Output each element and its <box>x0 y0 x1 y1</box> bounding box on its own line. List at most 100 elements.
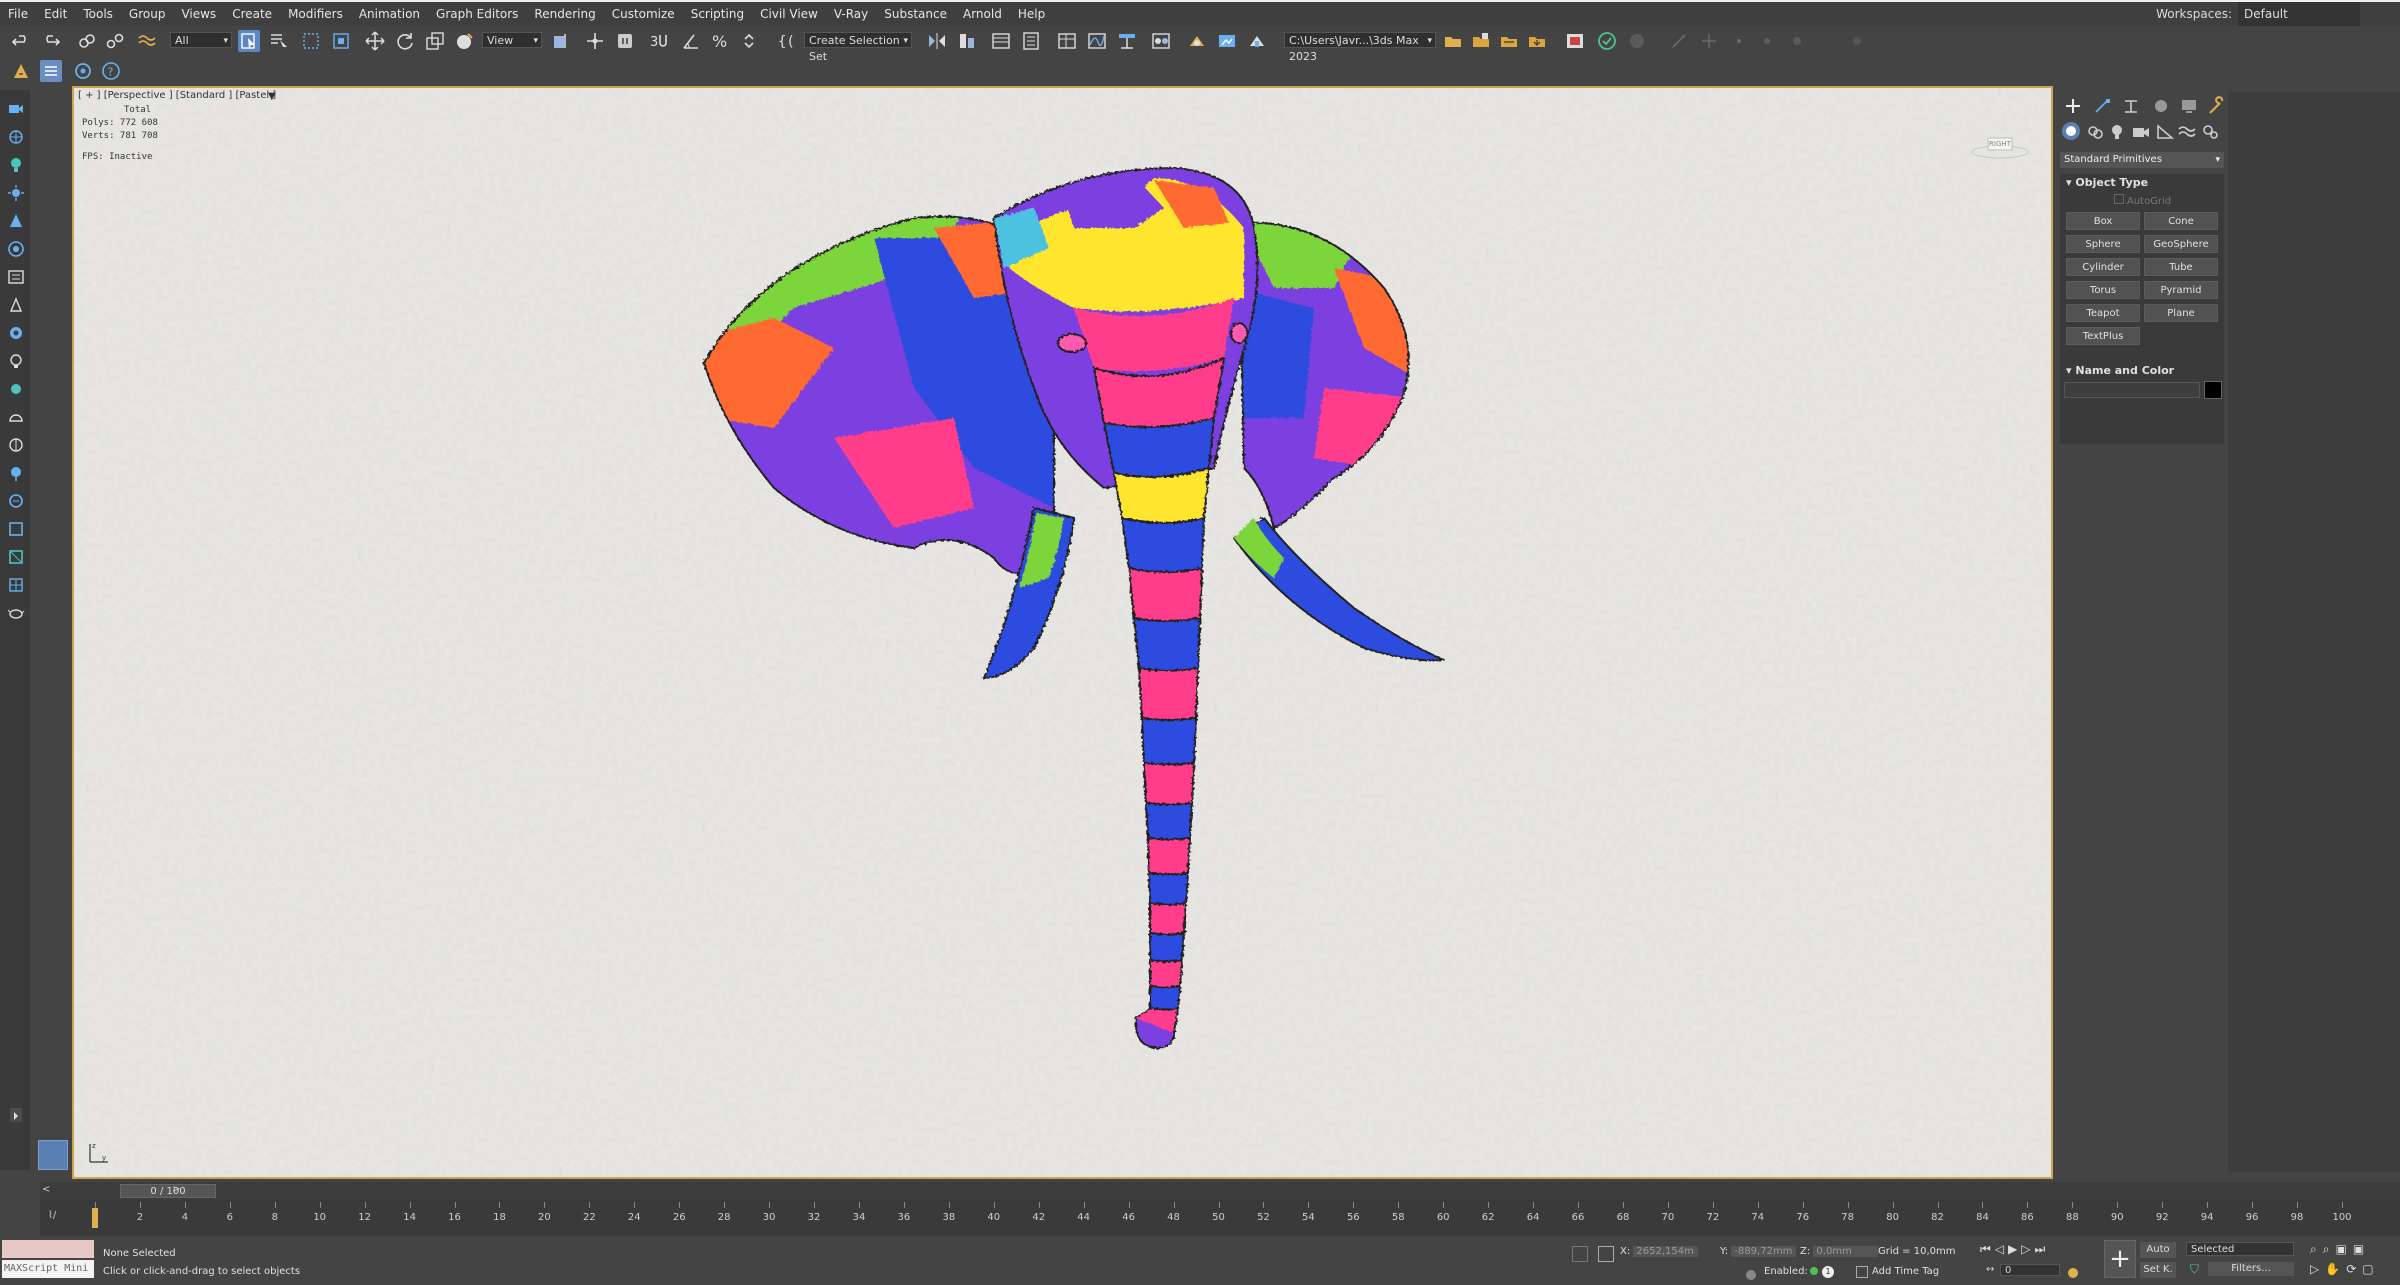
menu-animation[interactable]: Animation <box>351 2 428 26</box>
cameras-category-icon[interactable] <box>2130 122 2152 142</box>
key-filter-icon[interactable]: ⛉ <box>2190 1262 2204 1276</box>
menu-help[interactable]: Help <box>1010 2 1053 26</box>
folder-down-icon[interactable] <box>1526 30 1548 52</box>
render-setup-icon[interactable] <box>1186 30 1208 52</box>
torus-button[interactable]: Torus <box>2066 281 2140 299</box>
autogrid-checkbox[interactable]: AutoGrid <box>2114 194 2171 207</box>
menu-rendering[interactable]: Rendering <box>526 2 603 26</box>
schematic-view-icon[interactable] <box>1116 30 1138 52</box>
zoom-all-icon[interactable]: ⌕ <box>2323 1242 2336 1256</box>
set-key-button[interactable]: + <box>2104 1240 2136 1278</box>
reference-coord-dropdown[interactable]: View <box>482 32 542 49</box>
mesh-tool-icon[interactable] <box>7 128 25 146</box>
box-button[interactable]: Box <box>2066 212 2140 230</box>
redo-icon[interactable] <box>40 30 62 52</box>
create-tab-icon[interactable] <box>2062 96 2084 116</box>
motion-tab-icon[interactable] <box>2150 96 2172 116</box>
helpers-category-icon[interactable] <box>2154 122 2176 142</box>
vray-volume-icon[interactable] <box>7 548 25 566</box>
menu-modifiers[interactable]: Modifiers <box>280 2 351 26</box>
light-bulb-icon[interactable] <box>7 156 25 174</box>
scale-icon[interactable] <box>424 30 446 52</box>
geometry-category-icon[interactable] <box>2062 122 2080 140</box>
project-path-dropdown[interactable]: C:\Users\Javr...\3ds Max 2023 <box>1284 32 1436 63</box>
workspaces-dropdown[interactable]: Default <box>2238 2 2360 26</box>
utilities-tab-icon[interactable] <box>2206 96 2228 116</box>
edit-named-selection-icon[interactable]: {( <box>776 30 798 52</box>
menu-vray[interactable]: V-Ray <box>826 2 876 26</box>
modify-tab-icon[interactable] <box>2092 96 2114 116</box>
vray-sun-icon[interactable] <box>7 380 25 398</box>
vray-fur-icon[interactable] <box>7 324 25 342</box>
elephant-model[interactable] <box>74 88 2051 1177</box>
object-name-field[interactable] <box>2064 382 2200 398</box>
info-icon[interactable]: 1 <box>1822 1266 1834 1278</box>
filters-button[interactable]: Filters... <box>2208 1262 2294 1276</box>
cone-light-icon[interactable] <box>7 212 25 230</box>
percent-snap-icon[interactable]: % <box>710 30 732 52</box>
menu-group[interactable]: Group <box>121 2 174 26</box>
menu-file[interactable]: File <box>0 2 36 26</box>
open-folder-icon[interactable] <box>1470 30 1492 52</box>
systems-category-icon[interactable] <box>2200 122 2222 142</box>
move-icon[interactable] <box>364 30 386 52</box>
object-type-header[interactable]: ▾ Object Type <box>2060 174 2224 191</box>
selection-lock-icon[interactable] <box>1598 1246 1614 1262</box>
vray-ies-icon[interactable] <box>7 436 25 454</box>
vray-plane-icon[interactable] <box>7 268 25 286</box>
coord-y-field[interactable]: -889,72mm <box>1731 1246 1797 1257</box>
shapes-category-icon[interactable] <box>2084 122 2106 142</box>
zoom-icon[interactable]: ⌕ <box>2310 1242 2323 1256</box>
time-slider[interactable]: 0 / 100 <box>120 1184 216 1198</box>
create-object-icon[interactable] <box>10 60 32 82</box>
menu-views[interactable]: Views <box>173 2 224 26</box>
zoom-extents-all-icon[interactable]: ▣ <box>2353 1242 2370 1256</box>
create-camera-icon[interactable] <box>7 100 25 118</box>
cylinder-button[interactable]: Cylinder <box>2066 258 2140 276</box>
time-prev-icon[interactable]: < <box>42 1184 54 1198</box>
snaps-toggle-icon[interactable]: 3 <box>648 30 670 52</box>
textplus-button[interactable]: TextPlus <box>2066 327 2140 345</box>
maxscript-listener[interactable]: MAXScript Mini <box>2 1240 94 1278</box>
time-tag-icon[interactable] <box>1856 1266 1868 1278</box>
help-icon[interactable]: ? <box>100 60 122 82</box>
align-icon[interactable] <box>956 30 978 52</box>
placement-icon[interactable] <box>454 30 476 52</box>
select-object-icon[interactable] <box>238 30 260 52</box>
go-to-end-icon[interactable]: ⏭ <box>2035 1242 2050 1256</box>
orbit-icon[interactable]: ⟳ <box>2346 1262 2362 1276</box>
zoom-extents-icon[interactable]: ▣ <box>2335 1242 2352 1256</box>
viewport-layout-icon[interactable] <box>72 60 94 82</box>
pyramid-button[interactable]: Pyramid <box>2144 281 2218 299</box>
vray-clipper-icon[interactable] <box>7 464 25 482</box>
time-cursor[interactable] <box>92 1208 98 1228</box>
vray-light-icon[interactable] <box>7 352 25 370</box>
folder-list-icon[interactable] <box>1498 30 1520 52</box>
perspective-viewport[interactable]: [ + ] [Perspective ] [Standard ] [Pastel… <box>72 86 2053 1179</box>
select-by-name-icon[interactable] <box>268 30 290 52</box>
field-of-view-icon[interactable]: ▷ <box>2310 1262 2325 1276</box>
menu-civil-view[interactable]: Civil View <box>752 2 826 26</box>
scene-layers-icon[interactable] <box>40 60 62 82</box>
unlink-icon[interactable] <box>104 30 126 52</box>
geosphere-button[interactable]: GeoSphere <box>2144 235 2218 253</box>
named-selection-dropdown[interactable]: Create Selection Set <box>804 32 912 63</box>
arnold-render-icon[interactable] <box>1596 30 1618 52</box>
vray-grid-icon[interactable] <box>7 576 25 594</box>
rectangular-selection-icon[interactable] <box>300 30 322 52</box>
coord-x-field[interactable]: 2652,154m <box>1633 1246 1699 1257</box>
teapot-button[interactable]: Teapot <box>2066 304 2140 322</box>
rendered-frame-window-icon[interactable] <box>1216 30 1238 52</box>
maximize-viewport-icon[interactable]: ▢ <box>2362 1262 2379 1276</box>
auto-key-button[interactable]: Auto <box>2140 1242 2176 1258</box>
menu-arnold[interactable]: Arnold <box>955 2 1010 26</box>
curve-editor-icon[interactable] <box>1086 30 1108 52</box>
previous-frame-icon[interactable]: ◁ <box>1995 1242 2008 1256</box>
time-config-icon[interactable] <box>2066 1264 2080 1278</box>
arnold-ipr-icon[interactable] <box>1626 30 1648 52</box>
sphere-button[interactable]: Sphere <box>2066 235 2140 253</box>
plane-button[interactable]: Plane <box>2144 304 2218 322</box>
render-production-icon[interactable] <box>1246 30 1268 52</box>
key-filter-dropdown[interactable]: Selected <box>2186 1242 2294 1256</box>
viewport-layouts-button[interactable] <box>38 1140 68 1170</box>
